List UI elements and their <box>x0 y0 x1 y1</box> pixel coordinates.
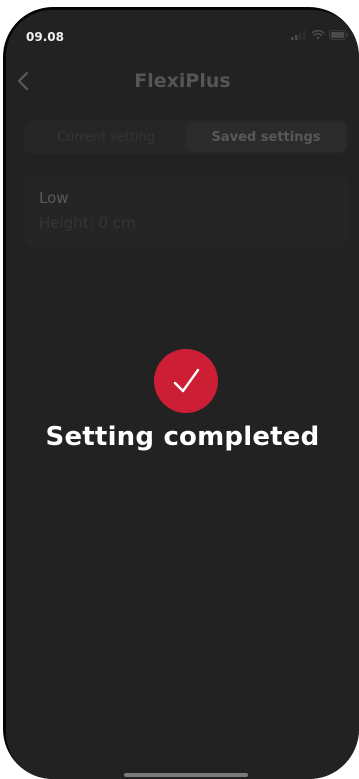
success-badge <box>154 349 218 413</box>
status-bar: 09.08 <box>6 10 359 54</box>
battery-icon <box>329 30 349 40</box>
saved-preset-card[interactable]: Low Height: 0 cm <box>24 175 348 247</box>
status-icons <box>291 30 349 40</box>
success-message: Setting completed <box>45 422 320 452</box>
cellular-signal-icon <box>291 30 306 40</box>
wifi-icon <box>311 30 325 40</box>
checkmark-icon <box>173 368 200 393</box>
preset-name: Low <box>39 189 69 207</box>
settings-segmented-control: Current setting Saved settings <box>24 120 348 154</box>
home-indicator[interactable] <box>124 773 248 777</box>
page-title: FlexiPlus <box>134 70 231 92</box>
app-screen: 09.08 FlexiPlus Current setting Saved se… <box>6 10 359 779</box>
preset-height: Height: 0 cm <box>39 214 136 232</box>
tab-saved-settings[interactable]: Saved settings <box>186 122 346 152</box>
navigation-bar: FlexiPlus <box>6 62 359 98</box>
tab-current-setting[interactable]: Current setting <box>26 122 186 152</box>
status-time: 09.08 <box>26 30 64 44</box>
phone-frame: 09.08 FlexiPlus Current setting Saved se… <box>3 7 359 779</box>
